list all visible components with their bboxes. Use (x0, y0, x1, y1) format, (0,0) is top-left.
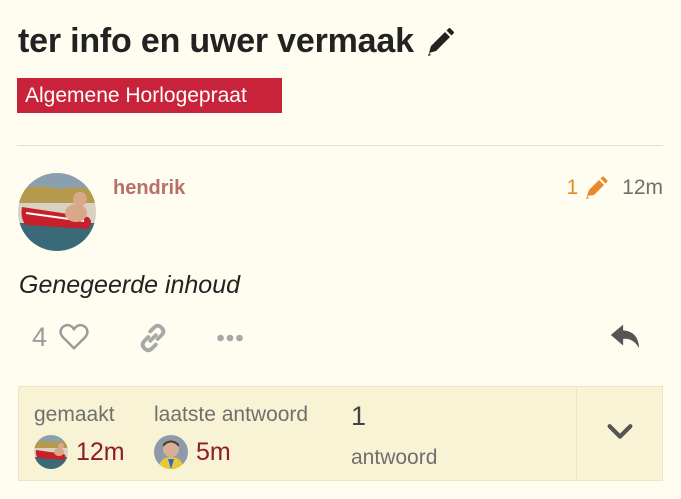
post-age[interactable]: 12m (622, 176, 663, 200)
pencil-icon[interactable] (424, 26, 456, 58)
post-meta: 1 12m (566, 176, 663, 200)
expand-summary-button[interactable] (577, 387, 663, 480)
avatar[interactable] (18, 173, 96, 251)
last-reply-label: laatste antwoord (154, 403, 309, 426)
post-username[interactable]: hendrik (113, 177, 185, 200)
post-body: Genegeerde inhoud (19, 271, 241, 299)
reply-icon (608, 319, 642, 358)
pencil-icon[interactable] (584, 176, 608, 200)
edit-count[interactable]: 1 (566, 176, 578, 200)
replies-label: antwoord (351, 446, 438, 469)
summary-last-reply: laatste antwoord 5m (154, 403, 308, 469)
created-label: gemaakt (34, 403, 115, 426)
avatar[interactable] (34, 435, 68, 469)
chevron-down-icon (604, 415, 636, 452)
created-row[interactable]: 12m (34, 435, 125, 469)
ellipsis-icon[interactable] (212, 320, 248, 356)
avatar[interactable] (154, 435, 188, 469)
topic-page: ter info en uwer vermaak Algemene Horlog… (0, 0, 681, 499)
category-badge[interactable]: Algemene Horlogepraat (17, 78, 282, 113)
topic-title-row: ter info en uwer vermaak (18, 22, 456, 61)
replies-count: 1 (351, 401, 367, 431)
last-reply-age[interactable]: 5m (196, 438, 231, 467)
created-age[interactable]: 12m (76, 438, 125, 467)
link-icon[interactable] (135, 320, 171, 356)
post-actions: 4 (32, 318, 243, 356)
last-reply-row[interactable]: 5m (154, 435, 308, 469)
heart-icon[interactable] (57, 320, 91, 354)
divider (17, 145, 663, 146)
topic-title[interactable]: ter info en uwer vermaak (18, 22, 414, 61)
summary-created: gemaakt 12m (34, 403, 125, 469)
summary-replies: 1 antwoord (351, 401, 437, 470)
topic-summary: gemaakt 12m laatste antwoord 5m 1 antwoo… (18, 386, 663, 481)
like-count[interactable]: 4 (32, 322, 47, 353)
reply-button[interactable] (605, 318, 645, 358)
